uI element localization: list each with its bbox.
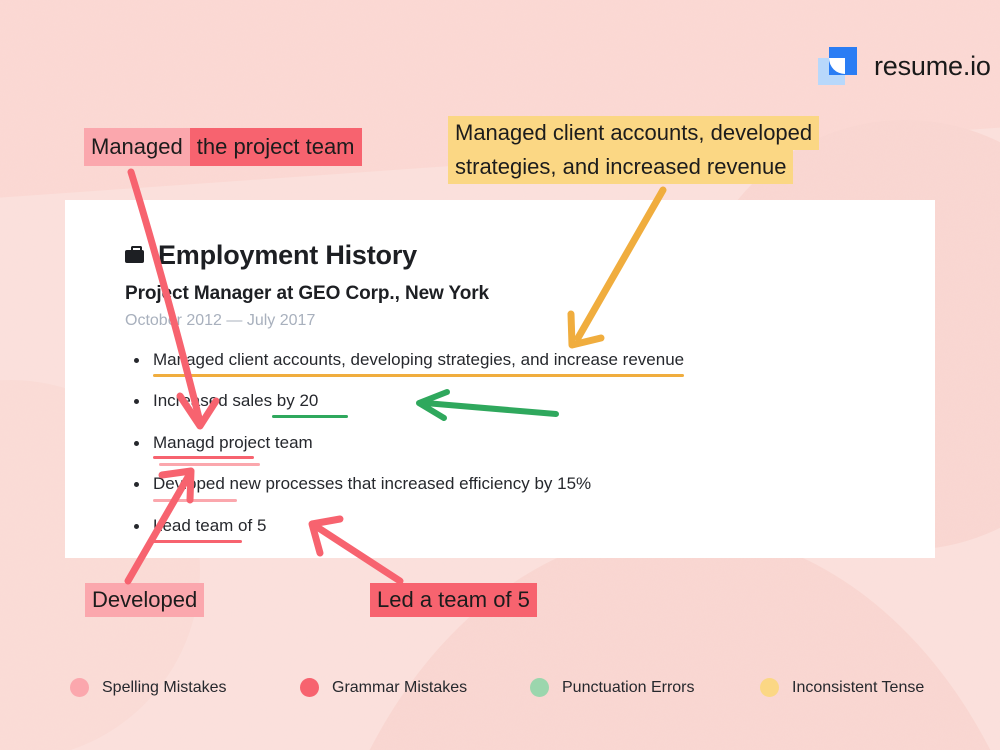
- managed-chip-grammar: the project team: [189, 128, 362, 167]
- managed-the-project-team-callout: Managed the project team: [84, 128, 362, 167]
- bullet-text-2: Increased sales by 20: [153, 391, 319, 411]
- list-item: Managd project team: [125, 432, 935, 467]
- bullet-text-3: Managd project team: [153, 432, 313, 452]
- developed-chip: Developed: [85, 583, 205, 617]
- brand-name: resume.io: [874, 50, 991, 81]
- managed-chip-spelling: Managed: [84, 128, 190, 167]
- briefcase-body-shape: [125, 250, 144, 263]
- job-dates: October 2012 — July 2017: [125, 312, 316, 329]
- employment-history-header: Employment History: [125, 240, 935, 271]
- legend-item-spelling: Spelling Mistakes: [70, 678, 300, 697]
- legend-label: Spelling Mistakes: [102, 678, 227, 696]
- bullet-underline-spelling-b: [159, 463, 260, 467]
- bullet-underline-tense: [153, 374, 685, 378]
- legend-item-inconsistent-tense: Inconsistent Tense: [760, 678, 924, 697]
- resume-io-logo-icon: [818, 46, 858, 86]
- developed-callout: Developed: [85, 583, 205, 617]
- bullet-text-5: Lead team of 5: [153, 515, 267, 535]
- tense-chip-line2: strategies, and increased revenue: [448, 150, 794, 185]
- list-item: Increased sales by 20: [125, 391, 935, 418]
- tense-chip-line1: Managed client accounts, developed: [448, 116, 820, 150]
- grammar-color-dot: [300, 678, 319, 697]
- legend-label: Punctuation Errors: [562, 678, 695, 696]
- legend-label: Inconsistent Tense: [792, 678, 925, 696]
- job-title: Project Manager at GEO Corp., New York: [125, 283, 489, 304]
- bullet-underline-spelling-c: [153, 498, 237, 502]
- resume-preview-card: Employment History Project Manager at GE…: [65, 200, 935, 558]
- legend-item-grammar: Grammar Mistakes: [300, 678, 530, 697]
- punctuation-color-dot: [530, 678, 549, 697]
- managed-client-accounts-callout: Managed client accounts, developed strat…: [448, 116, 908, 186]
- responsibility-bullet-list: Managed client accounts, developing stra…: [125, 350, 935, 543]
- list-item: Lead team of 5: [125, 515, 935, 543]
- led-a-team-of-5-callout: Led a team of 5: [370, 583, 537, 617]
- section-title: Employment History: [158, 240, 417, 270]
- legend-item-punctuation: Punctuation Errors: [530, 678, 760, 697]
- legend-label: Grammar Mistakes: [332, 678, 468, 696]
- error-type-legend: Spelling Mistakes Grammar Mistakes Punct…: [70, 678, 960, 697]
- bullet-text-4: Devloped new processes that increased ef…: [153, 474, 592, 494]
- tense-color-dot: [760, 678, 779, 697]
- resume-proofreading-infographic: resume.io Managed the project team Manage…: [0, 0, 1000, 750]
- background-blob-bottom: [300, 530, 1000, 750]
- led-chip: Led a team of 5: [370, 583, 537, 617]
- brand-logo: resume.io: [818, 46, 991, 86]
- list-item: Devloped new processes that increased ef…: [125, 474, 935, 502]
- bullet-underline-grammar: [153, 539, 242, 543]
- briefcase-icon: [125, 246, 144, 263]
- bullet-underline-punctuation: [272, 414, 348, 418]
- list-item: Managed client accounts, developing stra…: [125, 350, 935, 378]
- spelling-color-dot: [70, 678, 89, 697]
- bullet-underline-spelling-a: [153, 456, 254, 460]
- bullet-text-1: Managed client accounts, developing stra…: [153, 350, 685, 369]
